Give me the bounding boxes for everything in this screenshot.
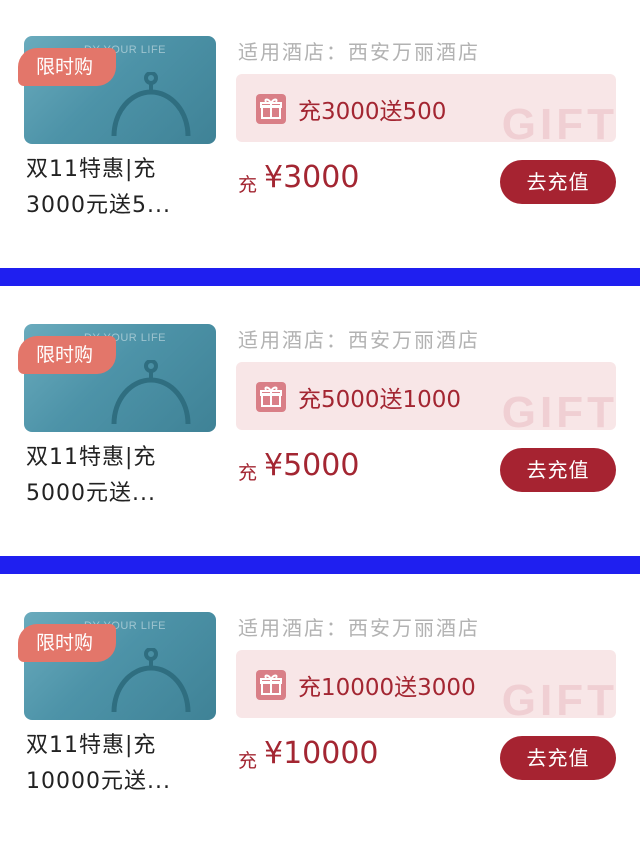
offer-title[interactable]: 双11特惠|充 5000元送... [26, 440, 211, 512]
price: ¥10000 [264, 736, 379, 771]
recharge-button[interactable]: 去充值 [500, 448, 616, 492]
cloche-icon [111, 648, 191, 713]
gift-icon [256, 94, 286, 124]
applicable-hotel: 适用酒店：西安万丽酒店 [238, 616, 480, 640]
offer-title[interactable]: 双11特惠|充 10000元送... [26, 728, 211, 800]
gift-watermark: GIFT [501, 676, 616, 718]
recharge-button[interactable]: 去充值 [500, 736, 616, 780]
limited-time-tag: 限时购 [18, 336, 116, 374]
price: ¥5000 [264, 448, 360, 483]
card-divider [0, 268, 640, 286]
offer-card[interactable]: DY YOUR LIFE 限时购 双11特惠|充 10000元送... 适用酒店… [0, 576, 640, 844]
gift-icon [256, 382, 286, 412]
offer-card[interactable]: DY YOUR LIFE 限时购 双11特惠|充 3000元送5... 适用酒店… [0, 0, 640, 268]
price: ¥3000 [264, 160, 360, 195]
applicable-hotel: 适用酒店：西安万丽酒店 [238, 328, 480, 352]
price-prefix: 充 [238, 462, 258, 484]
gift-text: 充5000送1000 [298, 387, 462, 413]
offer-card[interactable]: DY YOUR LIFE 限时购 双11特惠|充 5000元送... 适用酒店：… [0, 288, 640, 556]
limited-time-tag: 限时购 [18, 624, 116, 662]
cloche-icon [111, 72, 191, 137]
gift-icon [256, 670, 286, 700]
gift-watermark: GIFT [501, 388, 616, 430]
price-prefix: 充 [238, 750, 258, 772]
card-divider [0, 556, 640, 574]
gift-text: 充3000送500 [298, 99, 447, 125]
applicable-hotel: 适用酒店：西安万丽酒店 [238, 40, 480, 64]
limited-time-tag: 限时购 [18, 48, 116, 86]
price-prefix: 充 [238, 174, 258, 196]
recharge-button[interactable]: 去充值 [500, 160, 616, 204]
gift-watermark: GIFT [501, 100, 616, 142]
offer-title[interactable]: 双11特惠|充 3000元送5... [26, 152, 211, 224]
cloche-icon [111, 360, 191, 425]
gift-banner: GIFT 充3000送500 [236, 74, 616, 142]
gift-text: 充10000送3000 [298, 675, 476, 701]
gift-banner: GIFT 充5000送1000 [236, 362, 616, 430]
gift-banner: GIFT 充10000送3000 [236, 650, 616, 718]
